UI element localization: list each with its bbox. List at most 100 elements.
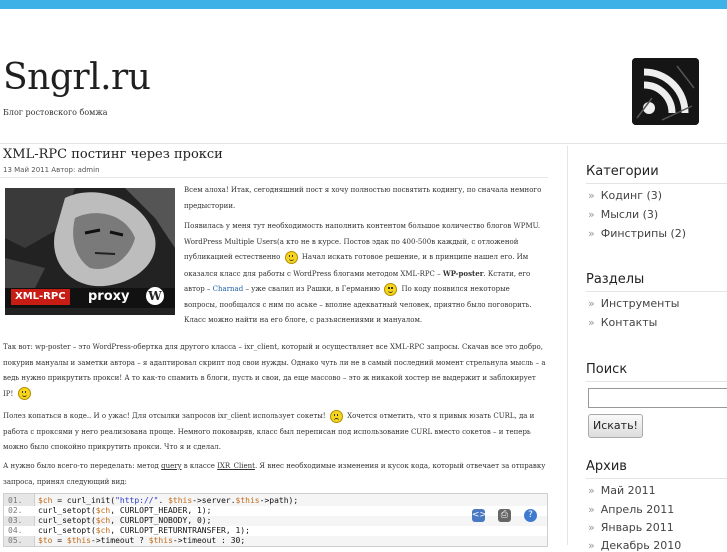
header-divider: [0, 143, 727, 144]
category-label: Мысли: [600, 208, 640, 221]
sidebar-archive-item[interactable]: » Май 2011: [588, 484, 656, 497]
paragraph-text: Всем алоха! Итак, сегодняшний пост я хоч…: [184, 186, 542, 210]
code-token: , CURLOPT_RETURNTRANSFER, 1);: [110, 526, 250, 535]
sidebar-heading-categories: Категории: [586, 164, 659, 179]
section-label: Контакты: [600, 316, 658, 329]
sidebar-archive-item[interactable]: » Апрель 2011: [588, 503, 674, 516]
code-token: $this: [235, 496, 260, 505]
paragraph-text: А нужно было всего-то переделать: метод: [3, 462, 159, 470]
code-token: , CURLOPT_HEADER, 1);: [110, 506, 212, 515]
code-token: , CURLOPT_NOBODY, 0);: [110, 516, 212, 525]
post-paragraph-4: Полез копаться в коде.. И о ужас! Для от…: [3, 409, 546, 456]
sidebar-divider: [567, 146, 568, 545]
category-count: (3): [642, 208, 659, 221]
sidebar-heading-underline: [586, 183, 727, 184]
sidebar-heading-sections: Разделы: [586, 272, 645, 287]
code-line-number: 02.: [8, 506, 23, 515]
code-token: curl_setopt(: [38, 516, 96, 525]
paragraph-text: Полез копаться в коде.. И о ужас! Для от…: [3, 412, 326, 420]
code-token: $to: [38, 536, 53, 545]
help-icon[interactable]: ?: [524, 509, 537, 522]
sidebar-heading-archive: Архив: [586, 459, 627, 474]
post-paragraph-3: Так вот: wp-poster – это WordPress-оберт…: [3, 340, 546, 402]
code-token: curl_setopt(: [38, 526, 96, 535]
code-token: $ch: [38, 496, 53, 505]
category-count: (2): [670, 227, 687, 240]
code-token: $ch: [95, 526, 111, 535]
code-line-text: curl_setopt($ch, CURLOPT_HEADER, 1);: [38, 506, 211, 516]
post-title[interactable]: XML-RPC постинг через прокси: [3, 147, 223, 162]
sidebar-archive-item[interactable]: » Январь 2011: [588, 521, 674, 534]
code-line-text: curl_setopt($ch, CURLOPT_RETURNTRANSFER,…: [38, 526, 250, 536]
code-token: ->timeout : 30;: [172, 536, 246, 545]
post-paragraph-5: А нужно было всего-то переделать: метод …: [3, 459, 546, 490]
category-count: (3): [646, 189, 663, 202]
paragraph-text: – уже свалил из Рашки, в Германию: [245, 285, 380, 293]
code-line-number: 04.: [8, 526, 23, 535]
code-token: ->timeout ?: [91, 536, 149, 545]
code-token: ->path);: [259, 496, 299, 505]
post-paragraph-1: Всем алоха! Итак, сегодняшний пост я хоч…: [184, 183, 544, 214]
archive-label: Май 2011: [600, 484, 656, 497]
ixr-client-link[interactable]: IXR_Client: [217, 462, 255, 470]
code-token: $this: [168, 496, 193, 505]
rss-feed-icon[interactable]: [632, 58, 699, 125]
wordpress-logo-icon: W: [146, 287, 164, 305]
paragraph-text: Так вот: wp-poster – это WordPress-оберт…: [3, 343, 546, 398]
print-icon[interactable]: ⎙: [497, 509, 511, 522]
sidebar-category-koding[interactable]: » Кодинг (3): [588, 189, 662, 202]
code-token: $this: [148, 536, 173, 545]
code-token: "http://": [115, 496, 159, 505]
sidebar-heading-underline: [586, 381, 727, 382]
site-tagline: Блог ростовского бомжа: [3, 108, 108, 117]
sidebar-archive-item[interactable]: » Декабрь 2010: [588, 539, 681, 552]
code-token: $ch: [95, 516, 111, 525]
sidebar-heading-search: Поиск: [586, 362, 628, 377]
code-token: ->server.: [192, 496, 236, 505]
code-token: curl_setopt(: [38, 506, 96, 515]
smile-icon: [384, 282, 398, 296]
sidebar-category-mysli[interactable]: » Мысли (3): [588, 208, 658, 221]
post-paragraph-2: Появилась у меня тут необходимость напол…: [184, 219, 544, 329]
section-label: Инструменты: [600, 297, 680, 310]
sidebar-heading-underline: [586, 291, 727, 292]
view-source-icon[interactable]: <>: [471, 509, 487, 522]
code-block: 01. $ch = curl_init("http://". $this->ser…: [3, 493, 548, 547]
query-link[interactable]: query: [161, 462, 181, 470]
code-token: =: [52, 536, 67, 545]
code-line-number: 01.: [8, 496, 23, 505]
category-label: Финстрипы: [600, 227, 668, 240]
smile-icon: [284, 250, 298, 264]
paragraph-text: в классе: [183, 462, 215, 470]
charnad-link[interactable]: Charnad: [213, 285, 244, 293]
archive-label: Январь 2011: [600, 521, 674, 534]
code-token: = curl_init(: [52, 496, 116, 505]
sidebar-section-contacts[interactable]: » Контакты: [588, 316, 657, 329]
sad-face-icon: [329, 409, 343, 423]
search-input[interactable]: [588, 388, 727, 408]
meta-divider: [0, 177, 548, 178]
smile-icon: [17, 387, 31, 400]
sidebar-heading-underline: [586, 478, 727, 479]
category-label: Кодинг: [600, 189, 643, 202]
code-token: $this: [66, 536, 91, 545]
code-line-text: $ch = curl_init("http://". $this->server…: [38, 496, 298, 506]
site-title[interactable]: Sngrl.ru: [3, 60, 151, 96]
code-token: .: [158, 496, 169, 505]
archive-label: Декабрь 2010: [600, 539, 682, 552]
code-token: $ch: [95, 506, 111, 515]
code-line-number: 03.: [8, 516, 23, 525]
top-accent-bar: [0, 0, 727, 9]
image-label-proxy: proxy: [88, 289, 130, 304]
sidebar-category-finstripy[interactable]: » Финстрипы (2): [588, 227, 686, 240]
post-meta: 13 Май 2011 Автор: admin: [3, 166, 100, 174]
post-image: XML-RPC proxy W: [5, 188, 175, 315]
code-line: 04. curl_setopt($ch, CURLOPT_RETURNTRANSF…: [4, 526, 547, 536]
image-label-xmlrpc: XML-RPC: [11, 289, 70, 305]
code-line-text: curl_setopt($ch, CURLOPT_NOBODY, 0);: [38, 516, 211, 526]
sidebar-section-instruments[interactable]: » Инструменты: [588, 297, 679, 310]
code-toolbar: <> ⎙ ?: [464, 502, 537, 522]
wp-poster-bold: WP-poster: [442, 268, 484, 278]
search-button[interactable]: Искать!: [588, 414, 643, 438]
archive-label: Апрель 2011: [600, 503, 675, 516]
